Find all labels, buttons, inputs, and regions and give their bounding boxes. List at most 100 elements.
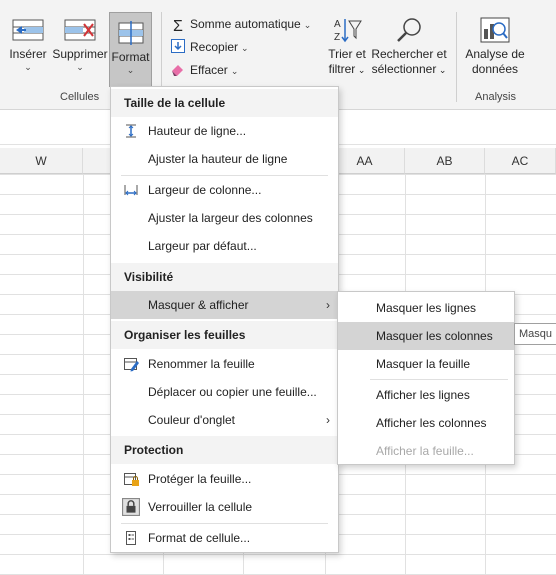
- svg-text:A: A: [334, 19, 341, 30]
- find-line2: sélectionner: [371, 62, 437, 76]
- sigma-icon: Σ: [173, 18, 183, 35]
- show-sheet-item: Afficher la feuille...: [338, 437, 514, 465]
- fill-button[interactable]: Recopier ⌄: [170, 37, 249, 57]
- autofit-column-item[interactable]: Ajuster la largeur des colonnes: [111, 204, 338, 232]
- protection-header: Protection: [111, 436, 338, 464]
- sort-filter-button[interactable]: A Z Trier et filtrer ⌄: [326, 10, 368, 86]
- format-cells-icon: [118, 21, 143, 45]
- hide-unhide-submenu: Masquer les lignes Masquer les colonnes …: [337, 291, 515, 465]
- chevron-down-icon: ⌄: [355, 65, 366, 75]
- find-select-button[interactable]: Rechercher et sélectionner ⌄: [370, 10, 448, 86]
- show-sheet-label: Afficher la feuille...: [376, 444, 474, 458]
- protect-sheet-item[interactable]: Protéger la feuille...: [111, 465, 338, 493]
- cells-group-label: Cellules: [60, 91, 100, 103]
- fill-label: Recopier: [190, 40, 239, 54]
- hide-sheet-item[interactable]: Masquer la feuille: [338, 350, 514, 378]
- column-width-icon: [124, 185, 138, 196]
- autofit-row-label: Ajuster la hauteur de ligne: [148, 152, 288, 166]
- insert-cells-icon: [12, 19, 44, 41]
- tab-color-item[interactable]: Couleur d'onglet ›: [111, 406, 338, 434]
- sort-line2-row: filtrer ⌄: [326, 62, 368, 78]
- hide-rows-label: Masquer les lignes: [376, 301, 477, 315]
- column-header-ac[interactable]: AC: [485, 148, 556, 174]
- sort-filter-icon: A Z: [334, 19, 362, 43]
- hide-columns-label: Masquer les colonnes: [376, 329, 493, 343]
- chevron-down-icon: ⌄: [436, 65, 447, 75]
- sort-line2: filtrer: [328, 62, 356, 76]
- rename-sheet-item[interactable]: Renommer la feuille: [111, 350, 338, 378]
- column-header-ab[interactable]: AB: [405, 148, 485, 174]
- rename-sheet-label: Renommer la feuille: [148, 357, 255, 371]
- lock-icon: [122, 498, 140, 516]
- tooltip: Masqu: [514, 323, 556, 345]
- clear-label: Effacer: [190, 63, 228, 77]
- find-line2-row: sélectionner ⌄: [370, 62, 448, 78]
- sort-line1: Trier et: [328, 47, 366, 61]
- autosum-label: Somme automatique: [190, 17, 301, 31]
- lock-cell-label: Verrouiller la cellule: [148, 500, 253, 514]
- column-header-w[interactable]: W: [0, 148, 83, 174]
- move-copy-label: Déplacer ou copier une feuille...: [148, 385, 317, 399]
- chevron-down-icon: ⌄: [303, 20, 312, 30]
- column-width-item[interactable]: Largeur de colonne...: [111, 176, 338, 204]
- hide-columns-item[interactable]: Masquer les colonnes: [338, 322, 514, 350]
- chevron-down-icon: ⌄: [126, 65, 135, 75]
- column-width-label: Largeur de colonne...: [148, 183, 262, 197]
- chevron-right-icon: ›: [326, 298, 330, 312]
- clear-button[interactable]: Effacer ⌄: [170, 60, 238, 80]
- autofit-column-label: Ajuster la largeur des colonnes: [148, 211, 313, 225]
- organize-sheets-header: Organiser les feuilles: [111, 321, 338, 349]
- delete-button[interactable]: Supprimer ⌄: [52, 10, 108, 86]
- analysis-group-label: Analysis: [475, 91, 516, 103]
- svg-text:Z: Z: [334, 32, 340, 43]
- analyze-data-icon: [480, 17, 510, 43]
- grid-line: [83, 174, 84, 575]
- format-label: Format: [111, 50, 150, 64]
- default-width-label: Largeur par défaut...: [148, 239, 257, 253]
- rename-sheet-icon: [124, 358, 139, 372]
- eraser-icon: [172, 65, 183, 76]
- menu-separator: [370, 379, 508, 380]
- format-cells-item[interactable]: Format de cellule...: [111, 524, 338, 552]
- insert-button[interactable]: Insérer ⌄: [4, 10, 52, 86]
- row-height-icon: [126, 124, 136, 138]
- move-copy-sheet-item[interactable]: Déplacer ou copier une feuille...: [111, 378, 338, 406]
- delete-label: Supprimer: [52, 47, 108, 61]
- analyze-line1: Analyse de: [465, 47, 525, 61]
- fill-down-icon: [171, 39, 185, 53]
- hide-unhide-item[interactable]: Masquer & afficher ›: [111, 291, 338, 319]
- show-columns-item[interactable]: Afficher les colonnes: [338, 409, 514, 437]
- hide-rows-item[interactable]: Masquer les lignes: [338, 294, 514, 322]
- format-cells-label: Format de cellule...: [148, 531, 251, 545]
- chevron-down-icon: ⌄: [241, 43, 249, 53]
- show-columns-label: Afficher les colonnes: [376, 416, 487, 430]
- row-height-item[interactable]: Hauteur de ligne...: [111, 117, 338, 145]
- row-height-label: Hauteur de ligne...: [148, 124, 247, 138]
- chevron-right-icon: ›: [326, 413, 330, 427]
- insert-label: Insérer: [9, 47, 47, 61]
- chevron-down-icon: ⌄: [230, 66, 239, 76]
- delete-cells-icon: [64, 19, 96, 41]
- analyze-line2: données: [471, 62, 519, 76]
- lock-cell-item[interactable]: Verrouiller la cellule: [111, 493, 338, 521]
- autosum-button[interactable]: Σ Somme automatique ⌄: [170, 14, 312, 35]
- visibility-header: Visibilité: [111, 263, 338, 291]
- format-button[interactable]: Format ⌄: [109, 12, 152, 87]
- find-line1: Rechercher et: [371, 47, 447, 61]
- format-cells-dialog-icon: [126, 531, 136, 545]
- group-divider: [456, 12, 457, 102]
- hide-sheet-label: Masquer la feuille: [376, 357, 471, 371]
- hide-unhide-label: Masquer & afficher: [148, 298, 249, 312]
- default-width-item[interactable]: Largeur par défaut...: [111, 232, 338, 260]
- show-rows-label: Afficher les lignes: [376, 388, 470, 402]
- autofit-row-item[interactable]: Ajuster la hauteur de ligne: [111, 145, 338, 173]
- magnifier-icon: [397, 18, 421, 42]
- protect-sheet-icon: [124, 473, 139, 486]
- chevron-down-icon: ⌄: [24, 62, 32, 72]
- chevron-down-icon: ⌄: [76, 62, 84, 72]
- tab-color-label: Couleur d'onglet: [148, 413, 236, 427]
- show-rows-item[interactable]: Afficher les lignes: [338, 381, 514, 409]
- analyze-data-button[interactable]: Analyse de données: [462, 10, 528, 86]
- cell-size-header: Taille de la cellule: [111, 89, 338, 117]
- format-menu: Taille de la cellule Hauteur de ligne...…: [110, 86, 339, 553]
